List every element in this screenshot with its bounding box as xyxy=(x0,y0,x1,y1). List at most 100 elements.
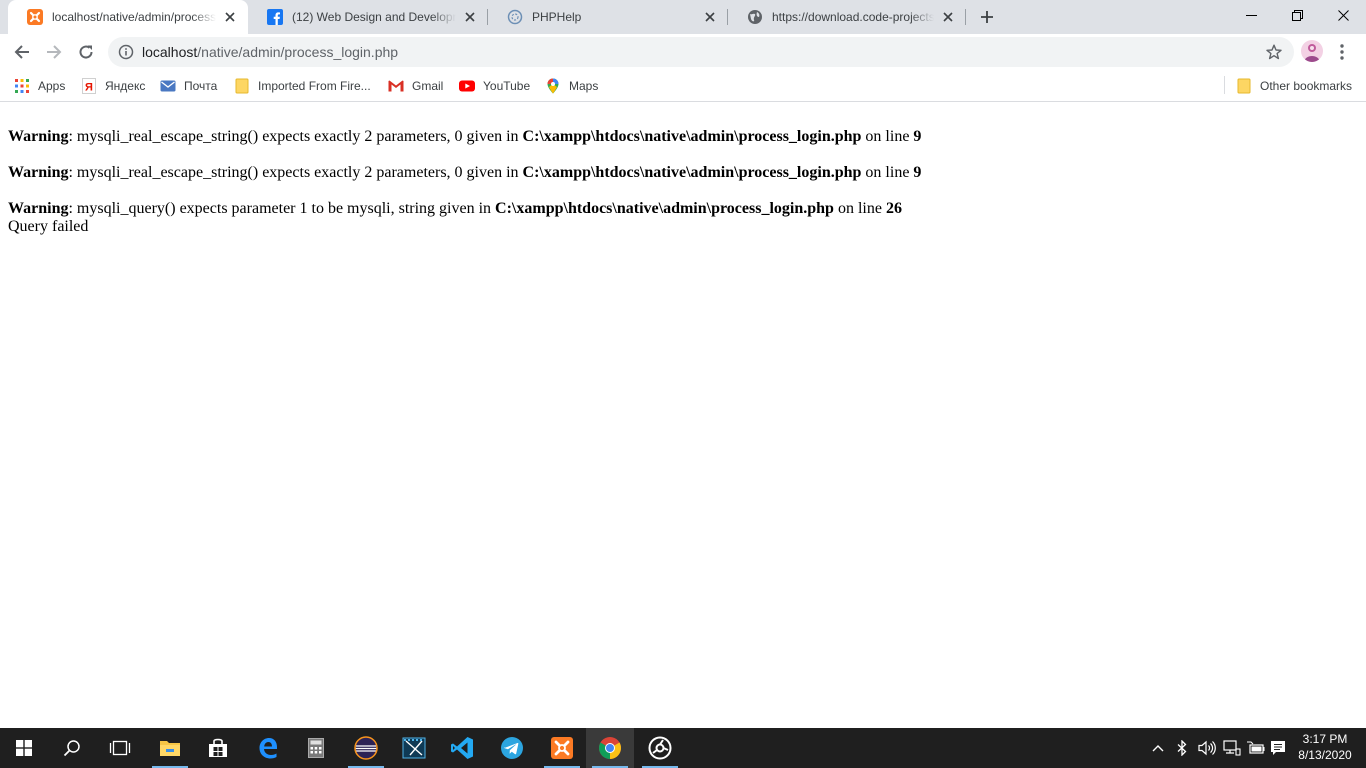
back-button[interactable] xyxy=(8,38,36,66)
bookmark-label: YouTube xyxy=(483,79,531,93)
taskbar-file-explorer[interactable] xyxy=(146,728,194,768)
mail-icon xyxy=(160,78,176,94)
tab-title: (12) Web Design and Development xyxy=(292,10,456,24)
warning-file: C:\xampp\htdocs\native\admin\process_log… xyxy=(495,200,834,217)
tab-localhost[interactable]: localhost/native/admin/process_login.php xyxy=(8,0,248,34)
close-icon[interactable] xyxy=(940,9,956,25)
tab-facebook[interactable]: (12) Web Design and Development xyxy=(248,0,488,34)
url-text[interactable]: localhost/native/admin/process_login.php xyxy=(142,37,398,67)
gmail-icon xyxy=(388,78,404,94)
battery-plug-icon xyxy=(1247,741,1265,754)
tray-volume[interactable] xyxy=(1196,728,1218,768)
phphelp-icon xyxy=(507,9,523,25)
bookmark-label: Почта xyxy=(184,79,218,93)
windows-taskbar: 3:17 PM 8/13/2020 xyxy=(0,728,1366,768)
warning-file: C:\xampp\htdocs\native\admin\process_log… xyxy=(522,128,862,145)
search-icon xyxy=(63,740,80,757)
php-warning: Warning: mysqli_real_escape_string() exp… xyxy=(8,164,1358,182)
bookmark-mail[interactable]: Почта xyxy=(160,76,217,96)
facebook-icon xyxy=(267,9,283,25)
xampp-icon xyxy=(27,9,43,25)
warning-online: on line xyxy=(861,128,914,145)
action-center-icon xyxy=(1271,741,1285,755)
tray-notifications[interactable] xyxy=(1268,728,1288,768)
taskbar-obs[interactable] xyxy=(636,728,684,768)
info-icon xyxy=(118,44,134,60)
restore-button[interactable] xyxy=(1274,0,1320,30)
tab-strip: localhost/native/admin/process_login.php… xyxy=(0,0,1366,34)
system-clock[interactable]: 3:17 PM 8/13/2020 xyxy=(1290,728,1360,768)
taskbar-telegram[interactable] xyxy=(488,728,536,768)
tray-bluetooth[interactable] xyxy=(1174,728,1190,768)
tray-battery[interactable] xyxy=(1246,728,1266,768)
taskbar-edge[interactable] xyxy=(244,728,292,768)
taskbar-vscode[interactable] xyxy=(438,728,486,768)
tray-overflow-button[interactable] xyxy=(1150,728,1166,768)
bookmark-label: Other bookmarks xyxy=(1260,79,1353,93)
warning-message: : mysqli_real_escape_string() expects ex… xyxy=(68,164,523,181)
warning-label: Warning xyxy=(8,128,69,145)
url-path: /native/admin/process_login.php xyxy=(197,44,399,60)
avatar[interactable] xyxy=(1301,40,1323,62)
bluetooth-icon xyxy=(1177,740,1187,756)
yandex-icon: Я xyxy=(81,78,97,94)
tab-code-projects[interactable]: https://download.code-projects.org xyxy=(728,0,966,34)
close-icon[interactable] xyxy=(462,9,478,25)
start-button[interactable] xyxy=(0,728,48,768)
plus-icon xyxy=(981,11,993,23)
close-window-button[interactable] xyxy=(1320,0,1366,30)
tray-network[interactable] xyxy=(1222,728,1242,768)
folder-icon xyxy=(234,78,250,94)
other-bookmarks[interactable]: Other bookmarks xyxy=(1236,76,1352,96)
bookmark-apps[interactable]: Apps xyxy=(14,76,65,96)
tab-phphelp[interactable]: PHPHelp xyxy=(488,0,728,34)
close-icon[interactable] xyxy=(702,9,718,25)
restore-icon xyxy=(1291,9,1303,21)
tab-separator xyxy=(965,9,966,25)
taskbar-chrome[interactable] xyxy=(586,728,634,768)
task-view-button[interactable] xyxy=(96,728,144,768)
bookmark-gmail[interactable]: Gmail xyxy=(388,76,443,96)
bookmarks-divider xyxy=(1224,76,1225,94)
taskbar-eclipse[interactable] xyxy=(342,728,390,768)
taskbar-store[interactable] xyxy=(194,728,242,768)
bookmark-youtube[interactable]: YouTube xyxy=(459,76,530,96)
edge-icon xyxy=(259,738,277,759)
taskbar-calculator[interactable] xyxy=(292,728,340,768)
warning-online: on line xyxy=(861,164,914,181)
bookmark-folder-imported[interactable]: Imported From Fire... xyxy=(234,76,371,96)
minimize-button[interactable] xyxy=(1228,0,1274,30)
address-bar[interactable]: localhost/native/admin/process_login.php xyxy=(108,37,1294,67)
bookmark-star-icon xyxy=(1266,44,1282,60)
bookmark-yandex[interactable]: Я Яндекс xyxy=(81,76,145,96)
start-icon xyxy=(16,740,32,756)
php-warning: Warning: mysqli_query() expects paramete… xyxy=(8,200,1358,218)
telegram-icon xyxy=(501,737,523,759)
menu-button[interactable] xyxy=(1334,40,1350,64)
arrow-right-icon xyxy=(47,45,62,59)
eclipse-icon xyxy=(354,736,378,760)
warning-line: 9 xyxy=(913,164,922,181)
close-icon[interactable] xyxy=(222,9,238,25)
taskbar-video-editor[interactable] xyxy=(390,728,438,768)
browser-toolbar: localhost/native/admin/process_login.php xyxy=(0,34,1366,70)
globe-icon xyxy=(747,9,763,25)
bookmark-maps[interactable]: Maps xyxy=(545,76,598,96)
folder-icon xyxy=(1236,78,1252,94)
warning-file: C:\xampp\htdocs\native\admin\process_log… xyxy=(522,164,862,181)
task-view-icon xyxy=(109,740,131,756)
vscode-icon xyxy=(451,737,473,759)
bookmark-label: Яндекс xyxy=(105,79,146,93)
clock-time: 3:17 PM xyxy=(1302,732,1348,746)
file-explorer-icon xyxy=(160,741,180,756)
warning-message: : mysqli_query() expects parameter 1 to … xyxy=(68,200,496,217)
taskbar-xampp[interactable] xyxy=(538,728,586,768)
store-icon xyxy=(209,738,227,757)
reload-button[interactable] xyxy=(72,38,100,66)
warning-message: : mysqli_real_escape_string() expects ex… xyxy=(68,128,523,145)
tab-title: https://download.code-projects.org xyxy=(772,10,934,24)
search-button[interactable] xyxy=(48,728,96,768)
forward-button[interactable] xyxy=(40,38,68,66)
new-tab-button[interactable] xyxy=(975,5,999,29)
reload-icon xyxy=(79,45,93,59)
